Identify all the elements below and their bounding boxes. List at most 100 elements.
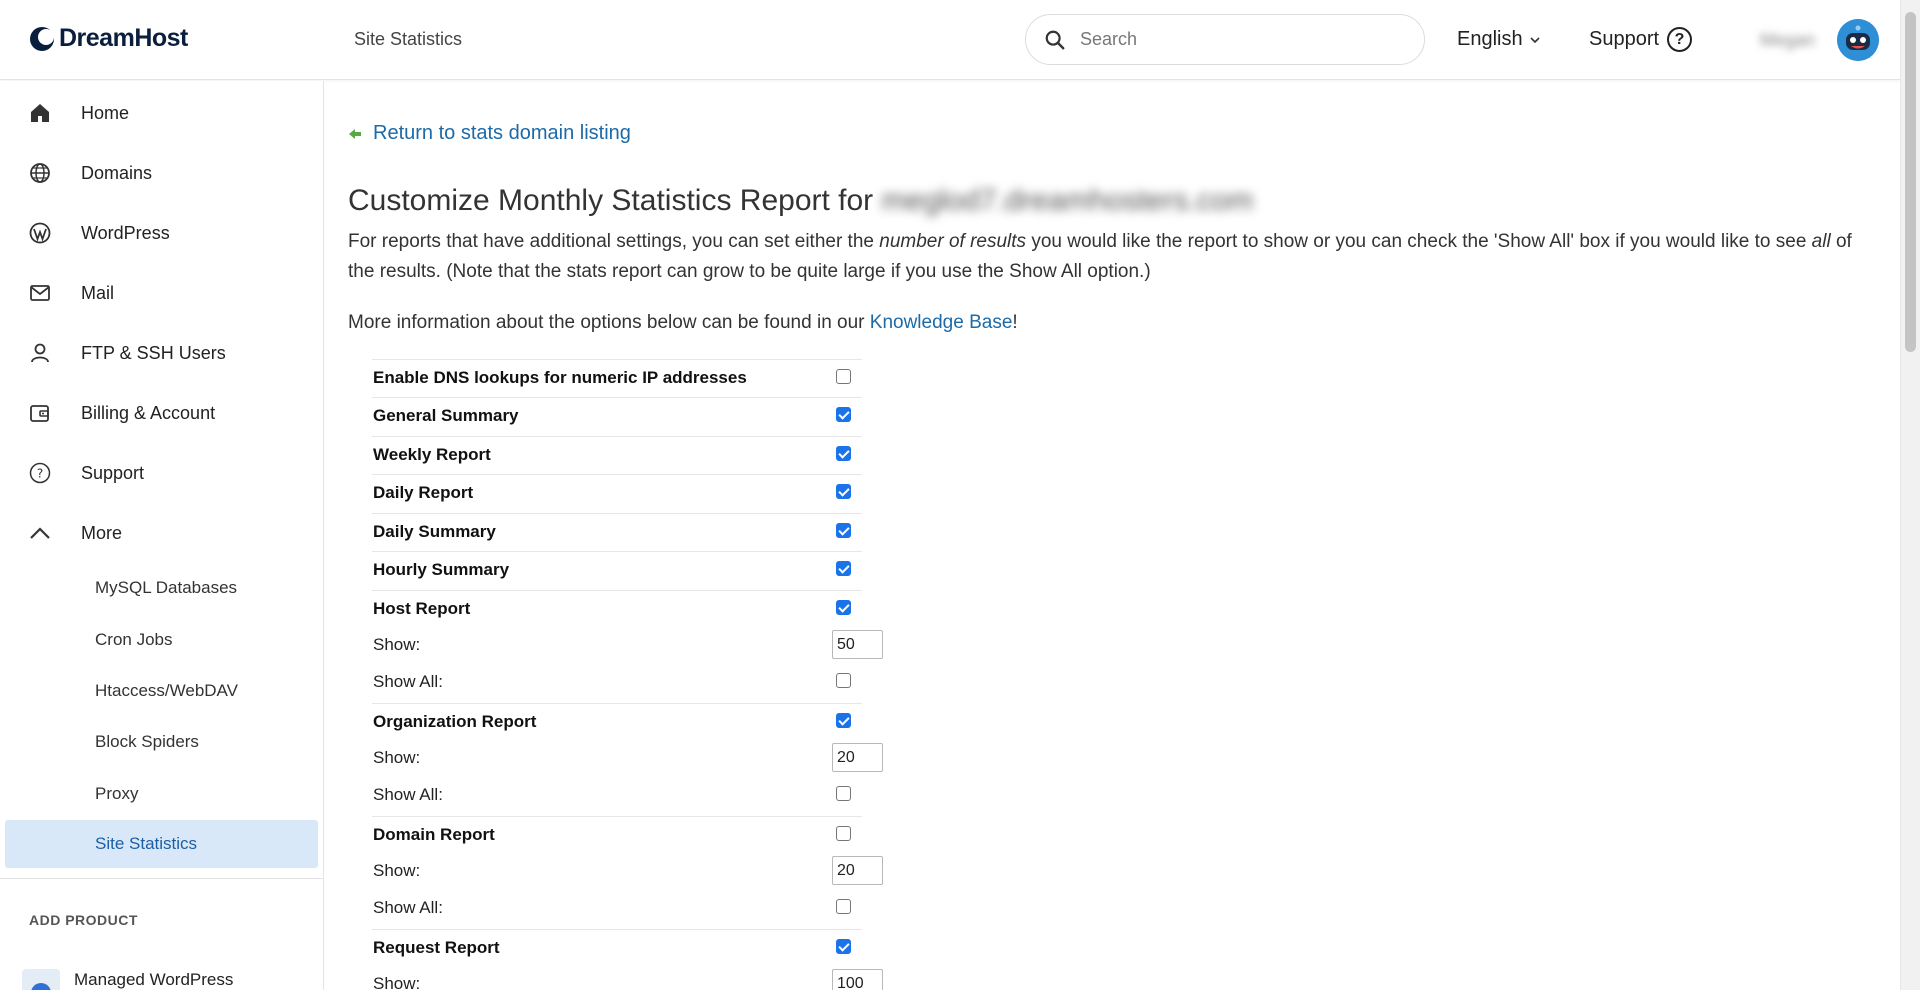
support-menu-button[interactable]: Support ? [1589, 27, 1693, 52]
sidebar-subitem-label: Site Statistics [95, 834, 198, 853]
show-count-input[interactable] [832, 969, 883, 990]
sidebar-subitem-block-spiders[interactable]: Block Spiders [5, 718, 318, 766]
sidebar-item-label: WordPress [81, 222, 170, 243]
setting-checkbox[interactable] [836, 369, 851, 384]
show-all-checkbox[interactable] [836, 899, 851, 914]
language-selector[interactable]: English [1457, 28, 1541, 51]
setting-checkbox[interactable] [836, 826, 851, 841]
sidebar-item-label: Billing & Account [81, 402, 216, 423]
intro-emphasis-1: number of results [879, 231, 1027, 252]
sidebar-subitem-label: Htaccess/WebDAV [95, 681, 238, 700]
sidebar-subitem-htaccess-webdav[interactable]: Htaccess/WebDAV [5, 667, 318, 715]
setting-label: Weekly Report [373, 445, 491, 464]
setting-label: Daily Summary [373, 522, 496, 541]
sidebar-item-label: Home [81, 102, 130, 123]
return-link-label: Return to stats domain listing [373, 122, 631, 144]
sidebar-item-home[interactable]: Home [0, 90, 320, 136]
sidebar-subitem-proxy[interactable]: Proxy [5, 770, 318, 818]
setting-subrow-show: Show: [372, 739, 892, 777]
sidebar-subitem-label: Block Spiders [95, 732, 199, 751]
setting-row-organization-report: Organization Report [372, 703, 892, 741]
managed-wordpress-label: Managed WordPress [74, 970, 234, 989]
show-all-checkbox[interactable] [836, 673, 851, 688]
setting-row-weekly-report: Weekly Report [372, 436, 892, 474]
setting-subrow-show-all: Show All: [372, 663, 892, 701]
sidebar-item-more[interactable]: More [0, 510, 320, 556]
question-icon: ? [1667, 27, 1693, 52]
sidebar-item-label: FTP & SSH Users [81, 342, 226, 363]
more-info-suffix: ! [1012, 312, 1018, 333]
setting-subrow-show: Show: [372, 965, 892, 990]
return-to-listing-link[interactable]: Return to stats domain listing [348, 122, 631, 145]
dreamhost-moon-icon [30, 26, 54, 51]
setting-checkbox[interactable] [836, 407, 851, 422]
setting-label: Show All: [373, 672, 443, 691]
search-icon [1045, 30, 1065, 49]
show-count-input[interactable] [832, 856, 883, 885]
setting-row-hourly-summary: Hourly Summary [372, 551, 892, 589]
page-title-domain: meglod7.dreamhosters.com [881, 184, 1254, 217]
setting-row-daily-summary: Daily Summary [372, 513, 892, 551]
sidebar-item-domains[interactable]: Domains [0, 150, 320, 196]
avatar[interactable] [1837, 19, 1879, 61]
setting-row-general-summary: General Summary [372, 397, 892, 435]
logo-text: DreamHost [59, 24, 188, 52]
help-icon: ? [29, 462, 51, 484]
page-scrollbar[interactable] [1900, 0, 1920, 990]
setting-checkbox[interactable] [836, 713, 851, 728]
globe-icon [30, 163, 50, 183]
search-input[interactable] [1080, 29, 1400, 50]
sidebar-subitem-label: MySQL Databases [95, 578, 238, 597]
intro-emphasis-2: all [1811, 231, 1831, 252]
page-title-text: Customize Monthly Statistics Report for [348, 184, 882, 217]
setting-checkbox[interactable] [836, 600, 851, 615]
sidebar-item-support[interactable]: ? Support [0, 450, 320, 496]
sidebar-subitem-mysql-databases[interactable]: MySQL Databases [5, 564, 318, 612]
setting-label: Enable DNS lookups for numeric IP addres… [373, 368, 747, 387]
sidebar-divider [0, 878, 324, 879]
add-managed-wordpress[interactable]: Managed WordPress [22, 969, 233, 990]
show-count-input[interactable] [832, 743, 883, 772]
setting-label: Show: [373, 861, 421, 880]
setting-label: Show All: [373, 785, 443, 804]
setting-subrow-show: Show: [372, 852, 892, 890]
scrollbar-thumb[interactable] [1905, 12, 1916, 352]
sidebar-item-label: Domains [81, 162, 153, 183]
show-all-checkbox[interactable] [836, 786, 851, 801]
chevron-down-icon [1530, 36, 1540, 43]
setting-subrow-show-all: Show All: [372, 776, 892, 814]
setting-label: Host Report [373, 599, 471, 618]
sidebar-item-mail[interactable]: Mail [0, 270, 320, 316]
intro-text-1: For reports that have additional setting… [348, 231, 880, 252]
svg-text:?: ? [37, 467, 43, 481]
username[interactable]: Megan [1760, 30, 1815, 51]
managed-wordpress-icon [22, 969, 60, 990]
setting-checkbox[interactable] [836, 446, 851, 461]
setting-checkbox[interactable] [836, 939, 851, 954]
intro-paragraph: For reports that have additional setting… [348, 227, 1878, 287]
more-info-text: More information about the options below… [348, 312, 870, 333]
sidebar-subitem-cron-jobs[interactable]: Cron Jobs [5, 616, 318, 664]
sidebar-subitem-site-statistics[interactable]: Site Statistics [5, 820, 318, 868]
setting-subrow-show: Show: [372, 626, 892, 664]
setting-checkbox[interactable] [836, 523, 851, 538]
sidebar: Home Domains WordPress Mail FTP & SSH Us… [0, 81, 324, 990]
knowledge-base-link[interactable]: Knowledge Base [870, 312, 1013, 333]
dreamhost-logo[interactable]: DreamHost [29, 24, 188, 53]
setting-label: Hourly Summary [373, 560, 510, 579]
page-crumb: Site Statistics [354, 29, 463, 49]
setting-label: General Summary [373, 406, 519, 425]
sidebar-subitem-label: Cron Jobs [95, 630, 173, 649]
setting-checkbox[interactable] [836, 484, 851, 499]
setting-checkbox[interactable] [836, 561, 851, 576]
sidebar-item-label: Mail [81, 282, 115, 303]
setting-row-request-report: Request Report [372, 929, 892, 967]
setting-subrow-show-all: Show All: [372, 889, 892, 927]
sidebar-item-billing-account[interactable]: Billing & Account [0, 390, 320, 436]
sidebar-item-label: More [81, 522, 123, 543]
sidebar-item-ftp-ssh-users[interactable]: FTP & SSH Users [0, 330, 320, 376]
back-arrow-icon [349, 128, 361, 139]
sidebar-item-wordpress[interactable]: WordPress [0, 210, 320, 256]
show-count-input[interactable] [832, 630, 883, 659]
search-box[interactable] [1025, 14, 1425, 65]
